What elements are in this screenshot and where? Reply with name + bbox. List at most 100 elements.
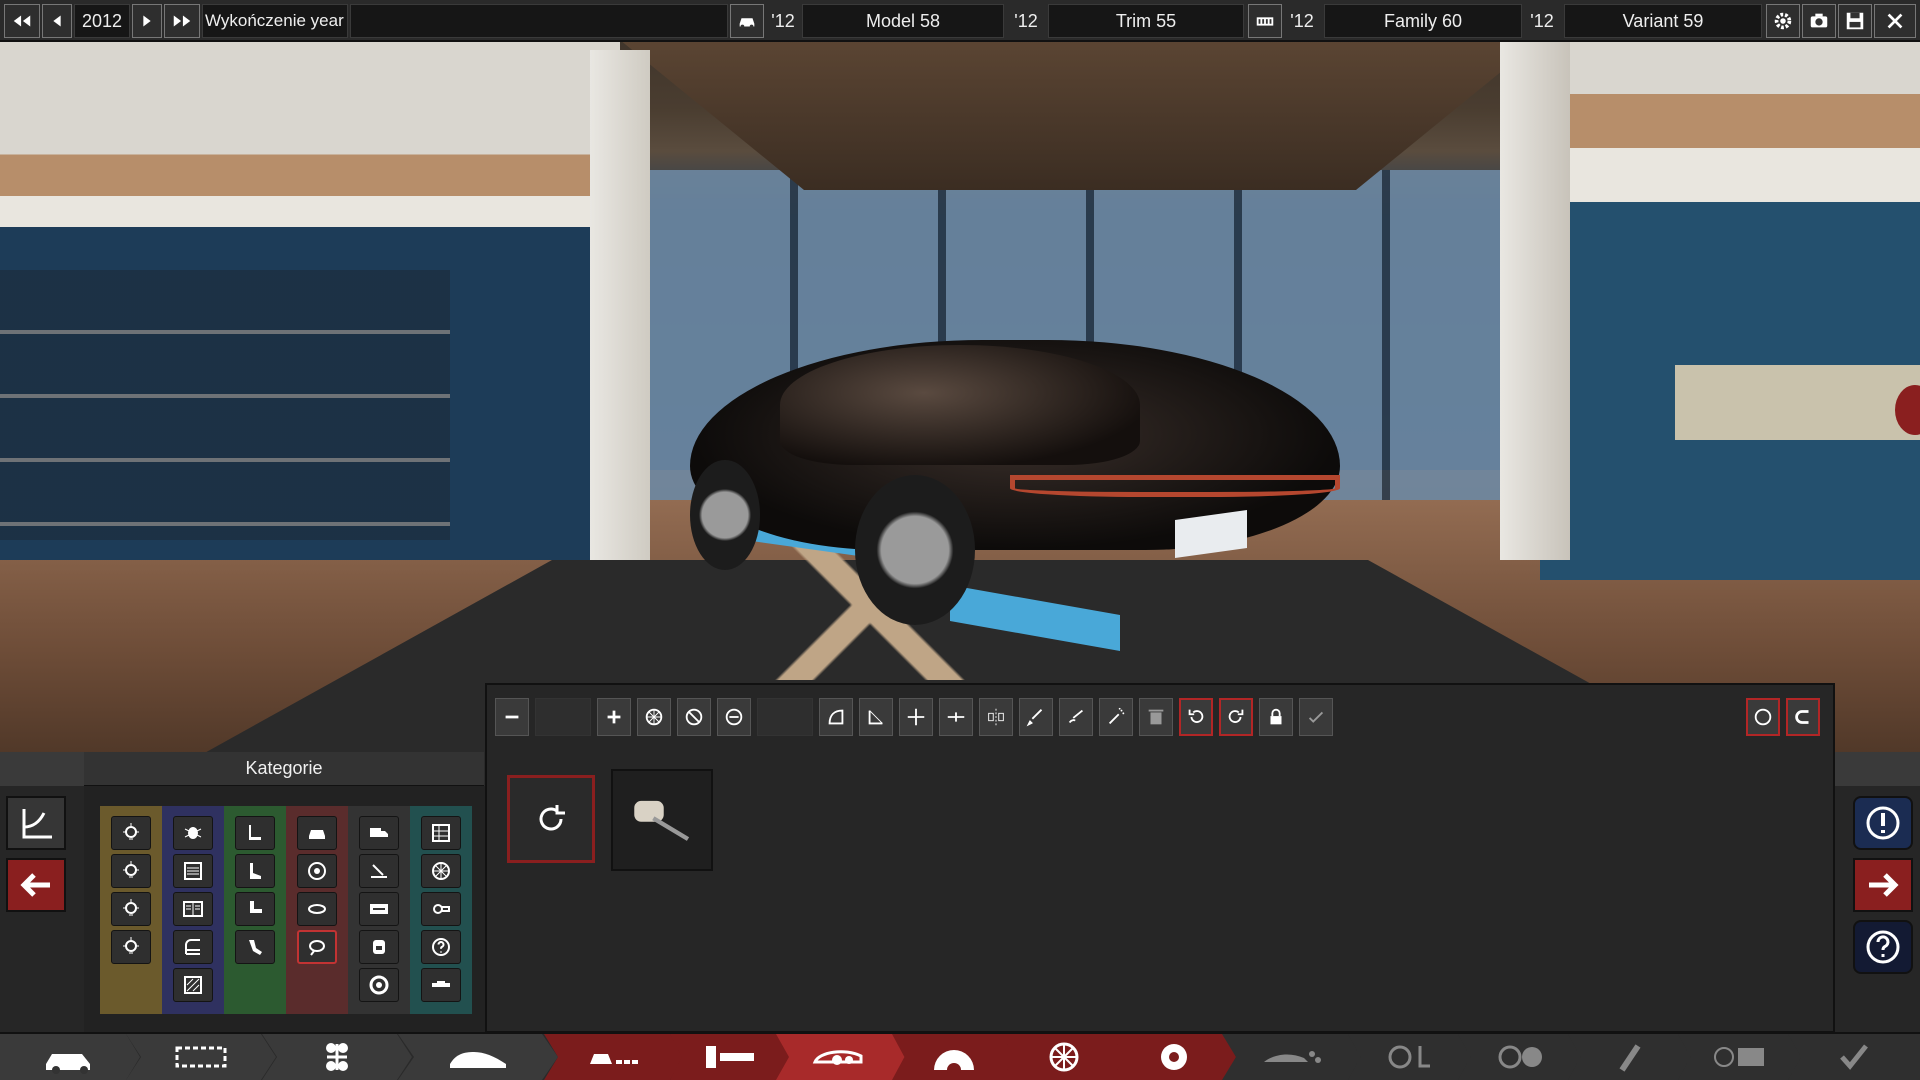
- panel-icon[interactable]: [173, 892, 213, 926]
- nav-paint[interactable]: [1568, 1034, 1692, 1080]
- nav-aero[interactable]: [1222, 1034, 1362, 1080]
- gear-half-icon: [934, 1050, 974, 1074]
- next-button[interactable]: [1853, 858, 1913, 912]
- engine-picker-button[interactable]: [1248, 4, 1282, 38]
- nav-brakes[interactable]: [1112, 1034, 1236, 1080]
- nav-trim[interactable]: [670, 1034, 790, 1080]
- top-bar: 2012 Wykończenie year '12 Model 58 '12 T…: [0, 0, 1920, 42]
- lock-button[interactable]: [1259, 698, 1293, 736]
- save-button[interactable]: [1838, 4, 1872, 38]
- rim-icon[interactable]: [421, 854, 461, 888]
- help-icon[interactable]: [421, 930, 461, 964]
- help-button[interactable]: [1853, 920, 1913, 974]
- nav-interior[interactable]: [1348, 1034, 1472, 1080]
- curve-icon: [828, 709, 844, 725]
- selected-fixture-thumbnail[interactable]: [611, 769, 713, 871]
- nav-testing[interactable]: [1678, 1034, 1802, 1080]
- texture-button[interactable]: [637, 698, 671, 736]
- seat-icon[interactable]: [235, 892, 275, 926]
- next-year-button[interactable]: [132, 4, 162, 38]
- trim-title: Wykończenie year: [202, 4, 348, 38]
- car-front-icon[interactable]: [297, 816, 337, 850]
- trim-name[interactable]: Trim 55: [1048, 4, 1244, 38]
- grille-icon[interactable]: [173, 968, 213, 1002]
- warning-button[interactable]: [1853, 796, 1913, 850]
- nav-engine[interactable]: [892, 1034, 1016, 1080]
- light-icon[interactable]: [111, 854, 151, 888]
- screenshot-button[interactable]: [1802, 4, 1836, 38]
- nav-car-model[interactable]: [0, 1034, 140, 1080]
- model-name[interactable]: Model 58: [802, 4, 1004, 38]
- nav-body[interactable]: [398, 1034, 558, 1080]
- antenna-icon[interactable]: [359, 854, 399, 888]
- confirm-button[interactable]: [1299, 698, 1333, 736]
- scale-up-button[interactable]: [597, 698, 631, 736]
- wheel-icon[interactable]: [297, 854, 337, 888]
- redo-button[interactable]: [1219, 698, 1253, 736]
- undo-button[interactable]: [1179, 698, 1213, 736]
- circle-icon: [1754, 708, 1772, 726]
- light-icon[interactable]: [111, 816, 151, 850]
- settings-button[interactable]: [1766, 4, 1800, 38]
- record-button[interactable]: [1746, 698, 1780, 736]
- bar-icon[interactable]: [421, 968, 461, 1002]
- move-horizontal-button[interactable]: [939, 698, 973, 736]
- delete-button[interactable]: [1139, 698, 1173, 736]
- car-front-icon: [739, 18, 755, 29]
- seat-icon[interactable]: [235, 816, 275, 850]
- prev-year-button[interactable]: [42, 4, 72, 38]
- paint-all-button[interactable]: [1059, 698, 1093, 736]
- nav-fixtures[interactable]: [544, 1034, 684, 1080]
- reset-fixture-button[interactable]: [507, 775, 595, 863]
- family-name[interactable]: Family 60: [1324, 4, 1522, 38]
- double-left-icon: [13, 15, 31, 27]
- model-picker-button[interactable]: [730, 4, 764, 38]
- mirror-icon[interactable]: [297, 930, 337, 964]
- handle-icon[interactable]: [297, 892, 337, 926]
- magnet-button[interactable]: [1786, 698, 1820, 736]
- angle-button[interactable]: [859, 698, 893, 736]
- seat-icon[interactable]: [235, 854, 275, 888]
- variant-name[interactable]: Variant 59: [1564, 4, 1762, 38]
- plate-icon[interactable]: [359, 892, 399, 926]
- exhaust-icon[interactable]: [421, 892, 461, 926]
- light-icon[interactable]: [111, 892, 151, 926]
- grid-icon[interactable]: [421, 816, 461, 850]
- close-button[interactable]: [1874, 4, 1916, 38]
- truck-icon[interactable]: [359, 816, 399, 850]
- brush-icon: [1026, 709, 1043, 727]
- nav-chassis-frame[interactable]: [126, 1034, 276, 1080]
- first-year-button[interactable]: [4, 4, 40, 38]
- last-year-button[interactable]: [164, 4, 200, 38]
- headlight-icon: [812, 1050, 863, 1065]
- vent-icon[interactable]: [173, 854, 213, 888]
- bug-icon[interactable]: [173, 816, 213, 850]
- light-icon[interactable]: [111, 930, 151, 964]
- scale-value-field[interactable]: [535, 698, 591, 736]
- nav-finish[interactable]: [1788, 1034, 1920, 1080]
- target-icon[interactable]: [359, 968, 399, 1002]
- scale-down-button[interactable]: [495, 698, 529, 736]
- lamp-icon[interactable]: [359, 930, 399, 964]
- nav-headlights[interactable]: [776, 1034, 906, 1080]
- title-spacer: [350, 4, 728, 38]
- rotation-value-field[interactable]: [757, 698, 813, 736]
- wheel-spoke-icon: [1049, 1042, 1079, 1072]
- variant-year-label: '12: [1530, 10, 1554, 31]
- mirror-button[interactable]: [979, 698, 1013, 736]
- arrow-right-icon: [1869, 873, 1899, 897]
- paint-button[interactable]: [1019, 698, 1053, 736]
- flatten-button[interactable]: [717, 698, 751, 736]
- no-texture-button[interactable]: [677, 698, 711, 736]
- seat-icon[interactable]: [235, 930, 275, 964]
- trim-icon[interactable]: [173, 930, 213, 964]
- spray-button[interactable]: [1099, 698, 1133, 736]
- close-icon: [1887, 13, 1903, 29]
- back-button[interactable]: [6, 858, 66, 912]
- nav-wheels[interactable]: [1002, 1034, 1126, 1080]
- nav-suspension[interactable]: [262, 1034, 412, 1080]
- skew-button[interactable]: [819, 698, 853, 736]
- camera-angle-button[interactable]: [6, 796, 66, 850]
- move-vertical-button[interactable]: [899, 698, 933, 736]
- nav-drivetrain[interactable]: [1458, 1034, 1582, 1080]
